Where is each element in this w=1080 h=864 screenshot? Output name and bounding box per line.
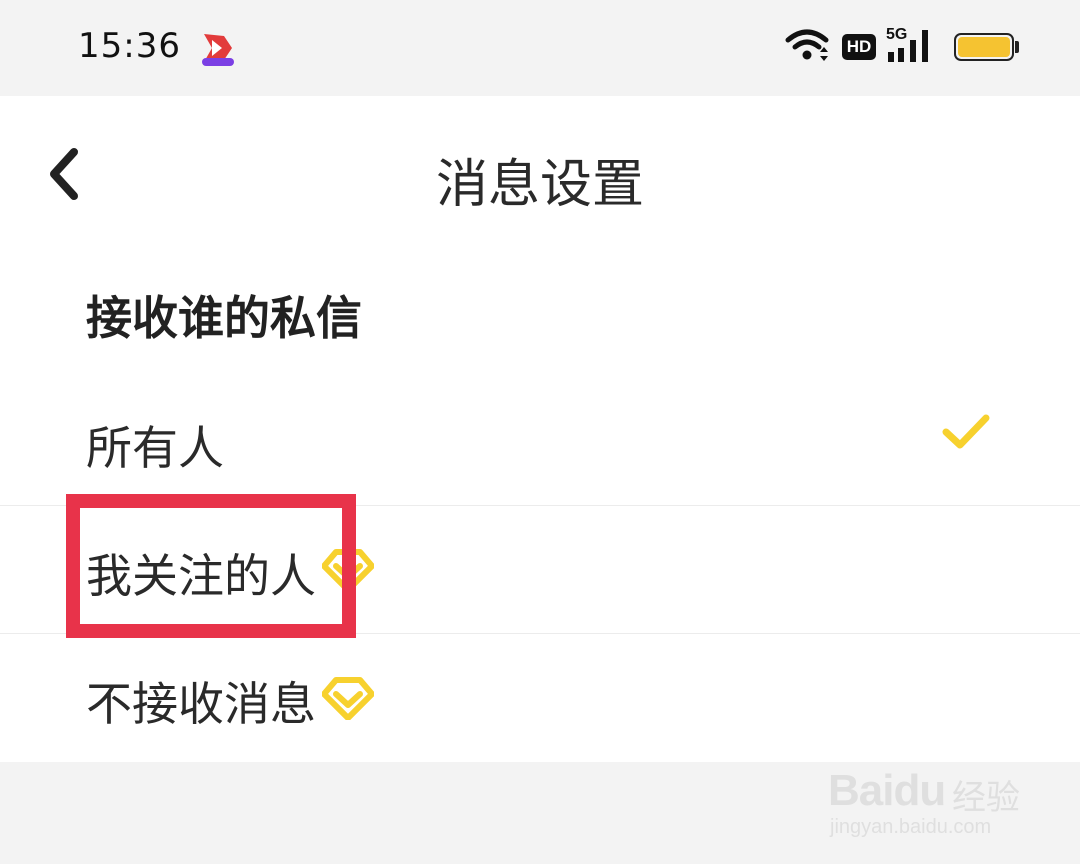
app-logo-icon	[202, 34, 234, 66]
page-title: 消息设置	[435, 155, 644, 215]
option-none[interactable]: 不接收消息	[0, 634, 1080, 762]
hd-icon: HD	[842, 34, 876, 60]
watermark-url: jingyan.baidu.com	[830, 816, 992, 838]
option-label: 所有人	[86, 421, 224, 475]
option-label: 我关注的人	[86, 549, 316, 603]
signal-icon: 5G	[886, 24, 936, 64]
status-bar: 15:36 HD 5G	[0, 0, 1080, 96]
option-label: 不接收消息	[86, 677, 316, 731]
wifi-icon	[785, 29, 829, 61]
vip-diamond-icon	[322, 549, 374, 592]
battery-level	[958, 37, 1010, 57]
battery-icon	[954, 33, 1019, 61]
settings-panel: 消息设置 接收谁的私信 所有人 我关注的人 不接收消息	[0, 96, 1080, 762]
option-everyone[interactable]: 所有人	[0, 378, 1080, 506]
watermark-text: 经验	[952, 778, 1020, 818]
vip-diamond-icon	[322, 677, 374, 720]
check-icon	[942, 414, 990, 449]
baidu-watermark: Baidu 经验 jingyan.baidu.com	[828, 746, 1028, 846]
section-title: 接收谁的私信	[86, 291, 362, 345]
status-time: 15:36	[78, 26, 181, 66]
option-following[interactable]: 我关注的人	[0, 506, 1080, 634]
watermark-logo: Baidu	[828, 766, 946, 815]
